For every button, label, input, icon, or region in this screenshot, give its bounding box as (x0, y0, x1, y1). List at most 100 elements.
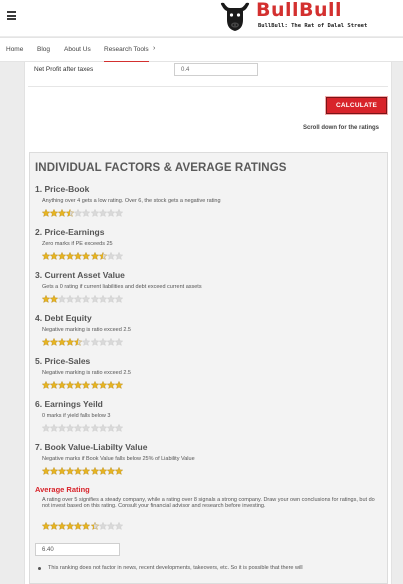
star-filled-icon (74, 467, 83, 475)
star-empty-icon (106, 522, 115, 530)
star-filled-icon (42, 381, 50, 389)
star-empty-icon (90, 424, 99, 432)
nav-research-tools[interactable]: Research Tools (104, 46, 149, 62)
factor-description: Anything over 4 gets a low rating. Over … (42, 198, 221, 204)
star-empty-icon (98, 522, 107, 530)
star-empty-icon (114, 522, 123, 530)
star-empty-icon (98, 338, 107, 346)
star-empty-icon (74, 209, 83, 217)
star-filled-icon (74, 252, 83, 260)
nav-home[interactable]: Home (6, 46, 23, 53)
factor-star-rating (42, 467, 123, 475)
factor-star-rating (42, 338, 123, 346)
star-filled-icon (42, 338, 50, 346)
star-empty-icon (114, 252, 123, 260)
star-filled-icon (42, 209, 50, 217)
star-filled-icon (82, 522, 91, 530)
star-filled-icon (42, 295, 50, 303)
star-filled-icon (90, 381, 99, 389)
top-header: BullBull BullBull: The Rat of Dalal Stre… (0, 0, 403, 36)
factor-star-rating (42, 381, 123, 389)
star-filled-icon (42, 252, 50, 260)
star-filled-icon (58, 252, 67, 260)
star-filled-icon (66, 467, 75, 475)
star-empty-icon (106, 252, 115, 260)
star-empty-icon (58, 295, 67, 303)
factor-star-rating (42, 209, 123, 217)
star-empty-icon (106, 209, 115, 217)
star-filled-icon (98, 467, 107, 475)
average-star-rating (42, 522, 123, 530)
star-filled-icon (90, 522, 99, 530)
ratings-section-title: INDIVIDUAL FACTORS & AVERAGE RATINGS (35, 162, 287, 174)
star-filled-icon (58, 381, 67, 389)
average-rating-description: A rating over 5 signifies a steady compa… (42, 497, 375, 509)
star-empty-icon (106, 295, 115, 303)
average-rating-title: Average Rating (35, 485, 90, 494)
chevron-right-icon[interactable]: › (153, 45, 155, 52)
note-bullet (38, 567, 41, 570)
factor-description: Negative marking is ratio exceed 2.5 (42, 327, 131, 333)
factor-star-rating (42, 424, 123, 432)
star-filled-icon (90, 467, 99, 475)
average-rating-value-field[interactable]: 6.40 (35, 543, 120, 556)
star-empty-icon (82, 338, 91, 346)
star-filled-icon (50, 522, 59, 530)
star-filled-icon (50, 295, 59, 303)
main-nav: Home Blog About Us Research Tools › (0, 37, 403, 62)
star-filled-icon (98, 381, 107, 389)
star-filled-icon (66, 338, 75, 346)
star-filled-icon (58, 467, 67, 475)
star-filled-icon (82, 381, 91, 389)
hamburger-icon[interactable] (7, 11, 16, 20)
star-filled-icon (66, 522, 75, 530)
star-filled-icon (82, 252, 91, 260)
star-filled-icon (50, 209, 59, 217)
star-empty-icon (74, 424, 83, 432)
logo-tagline: BullBull: The Rat of Dalal Street (258, 23, 368, 29)
star-filled-icon (74, 522, 83, 530)
star-empty-icon (90, 295, 99, 303)
star-filled-icon (82, 467, 91, 475)
site-logo[interactable]: BullBull BullBull: The Rat of Dalal Stre… (218, 0, 368, 36)
nav-about-us[interactable]: About Us (64, 46, 91, 53)
factor-description: Negative marks if Book Value falls below… (42, 456, 195, 462)
factor-title: 3. Current Asset Value (35, 270, 125, 280)
star-empty-icon (98, 209, 107, 217)
net-profit-input[interactable]: 0.4 (174, 63, 258, 76)
calculate-button[interactable]: CALCULATE (326, 97, 387, 114)
star-filled-icon (114, 381, 123, 389)
factor-title: 7. Book Value-Liabilty Value (35, 442, 148, 452)
factor-title: 1. Price-Book (35, 184, 90, 194)
star-filled-icon (50, 338, 59, 346)
star-filled-icon (114, 467, 123, 475)
star-filled-icon (42, 522, 50, 530)
star-empty-icon (114, 338, 123, 346)
star-filled-icon (106, 381, 115, 389)
star-empty-icon (82, 295, 91, 303)
star-filled-icon (50, 252, 59, 260)
star-filled-icon (66, 252, 75, 260)
factor-description: 0 marks if yield falls below 3 (42, 413, 111, 419)
net-profit-label: Net Profit after taxes (34, 66, 94, 73)
factor-star-rating (42, 252, 123, 260)
factor-title: 2. Price-Earnings (35, 227, 105, 237)
nav-blog[interactable]: Blog (37, 46, 50, 53)
factor-description: Zero marks if PE exceeds 25 (42, 241, 113, 247)
star-filled-icon (74, 338, 83, 346)
star-filled-icon (58, 522, 67, 530)
star-filled-icon (98, 252, 107, 260)
star-filled-icon (66, 209, 75, 217)
star-empty-icon (106, 338, 115, 346)
star-empty-icon (106, 424, 115, 432)
bull-logo-icon (220, 2, 250, 32)
star-filled-icon (58, 209, 67, 217)
star-empty-icon (114, 209, 123, 217)
star-empty-icon (82, 209, 91, 217)
star-empty-icon (50, 424, 59, 432)
factor-description: Negative marking is ratio exceed 2.5 (42, 370, 131, 376)
factor-star-rating (42, 295, 123, 303)
star-empty-icon (90, 209, 99, 217)
ratings-disclaimer-note: This ranking does not factor in news, re… (48, 565, 303, 571)
star-filled-icon (50, 467, 59, 475)
